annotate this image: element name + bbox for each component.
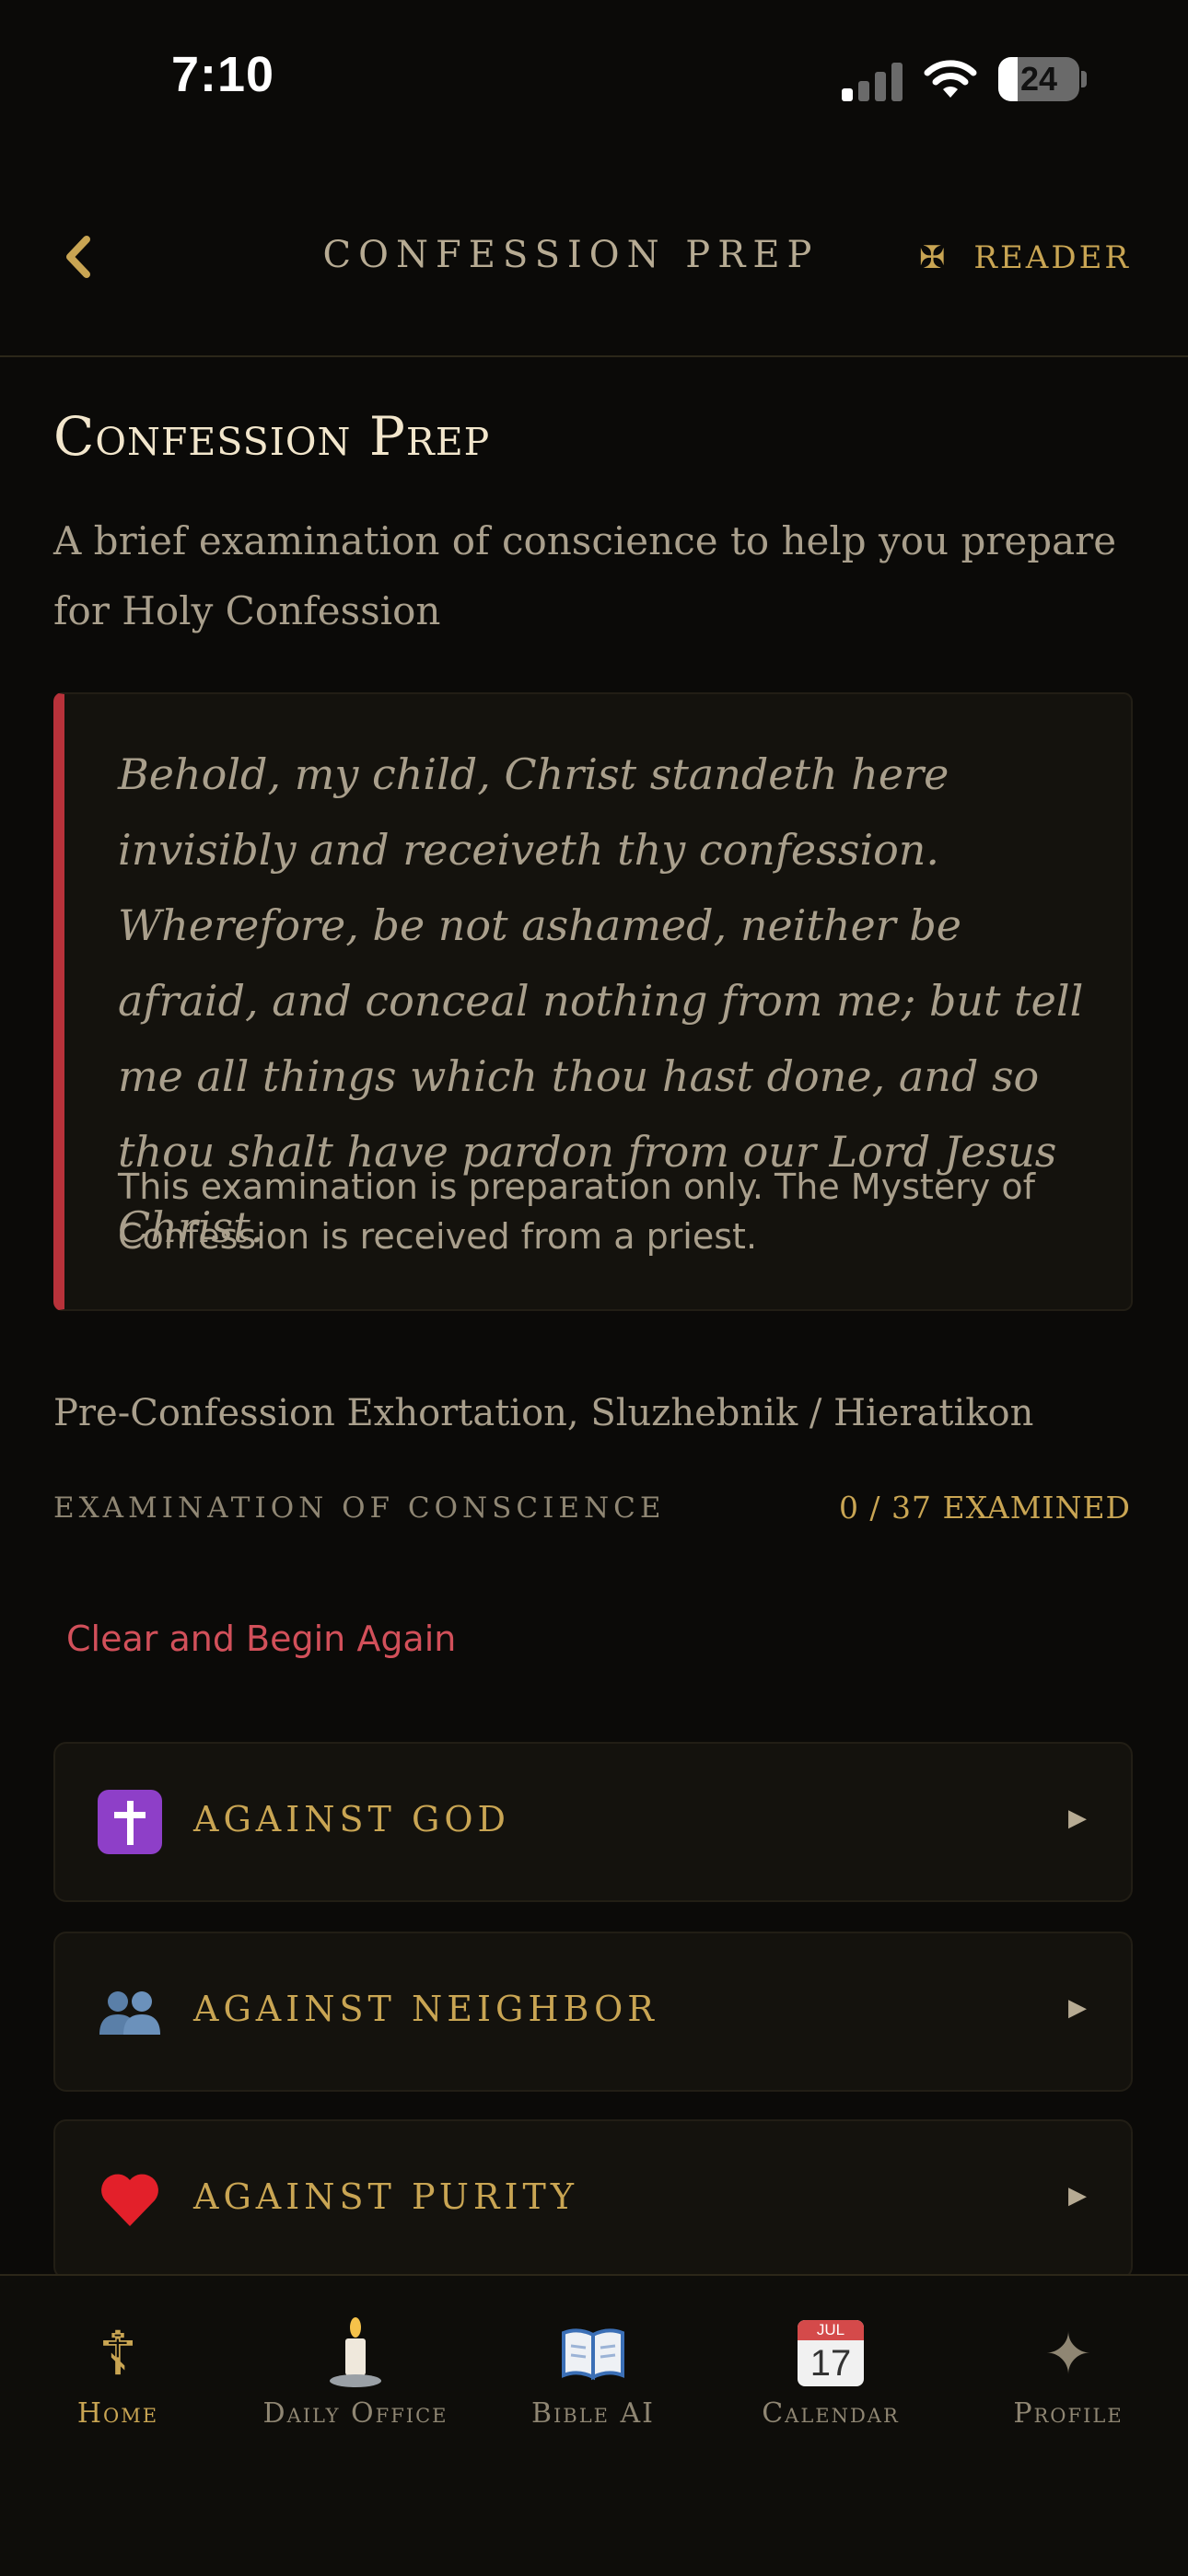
exhortation-note: This examination is preparation only. Th…: [118, 1166, 1035, 1257]
tab-daily-office[interactable]: Daily Office: [245, 2316, 466, 2430]
header-divider: [0, 355, 1188, 357]
back-button[interactable]: [61, 234, 94, 289]
category-against-neighbor[interactable]: AGAINST NEIGHBOR ▶: [53, 1932, 1133, 2092]
chevron-left-icon: [66, 236, 90, 278]
examined-count: 0 / 37 EXAMINED: [838, 1490, 1131, 1526]
candle-icon: [330, 2317, 381, 2387]
nav-title: CONFESSION PREP: [322, 234, 820, 276]
battery-tip: [1081, 71, 1087, 87]
page-subtitle: A brief examination of conscience to hel…: [53, 518, 1117, 633]
cross-pattee-icon: ✠: [919, 239, 949, 276]
status-time: 7:10: [171, 47, 275, 102]
expand-arrow-icon: ▶: [1068, 2182, 1087, 2210]
battery-level: 24: [1019, 60, 1058, 98]
tab-label: Calendar: [762, 2397, 900, 2430]
sparkle-star-icon: ✦: [1044, 2319, 1092, 2387]
page-title: Confession Prep: [53, 405, 491, 468]
orthodox-cross-icon: ☦: [98, 2317, 138, 2389]
category-label: AGAINST PURITY: [193, 2176, 578, 2217]
latin-cross-icon: [98, 1790, 162, 1854]
expand-arrow-icon: ▶: [1068, 1994, 1087, 2022]
battery-icon: 24: [998, 57, 1079, 101]
tab-label: Profile: [1013, 2397, 1124, 2430]
open-book-icon: [562, 2328, 624, 2381]
heart-icon: [101, 2174, 158, 2226]
tab-calendar[interactable]: JUL 17 Calendar: [720, 2316, 941, 2430]
tab-home[interactable]: ☦ Home: [7, 2316, 228, 2431]
tab-bible-ai[interactable]: Bible AI: [483, 2316, 704, 2430]
category-label: AGAINST GOD: [193, 1799, 510, 1839]
clear-and-begin-again-button[interactable]: Clear and Begin Again: [66, 1619, 456, 1659]
category-label: AGAINST NEIGHBOR: [193, 1989, 658, 2029]
calendar-icon: JUL 17: [798, 2320, 864, 2386]
tab-label: Bible AI: [530, 2397, 656, 2430]
wifi-icon: [924, 60, 977, 98]
expand-arrow-icon: ▶: [1068, 1804, 1087, 1832]
category-against-god[interactable]: AGAINST GOD ▶: [53, 1742, 1133, 1902]
calendar-day: 17: [809, 2343, 852, 2384]
people-icon: [99, 1991, 160, 2035]
cellular-signal-icon: [842, 61, 904, 101]
calendar-month: JUL: [798, 2320, 864, 2340]
tab-label: Daily Office: [262, 2397, 448, 2430]
examination-label: EXAMINATION OF CONSCIENCE: [53, 1491, 666, 1525]
quote-source: Pre-Confession Exhortation, Sluzhebnik /…: [53, 1392, 1034, 1434]
category-against-purity[interactable]: AGAINST PURITY ▶: [53, 2119, 1133, 2280]
reader-label: READER: [973, 239, 1131, 276]
reader-button[interactable]: ✠ READER: [919, 239, 1131, 276]
tab-profile[interactable]: ✦ Profile: [958, 2316, 1179, 2431]
tab-label: Home: [76, 2397, 159, 2430]
